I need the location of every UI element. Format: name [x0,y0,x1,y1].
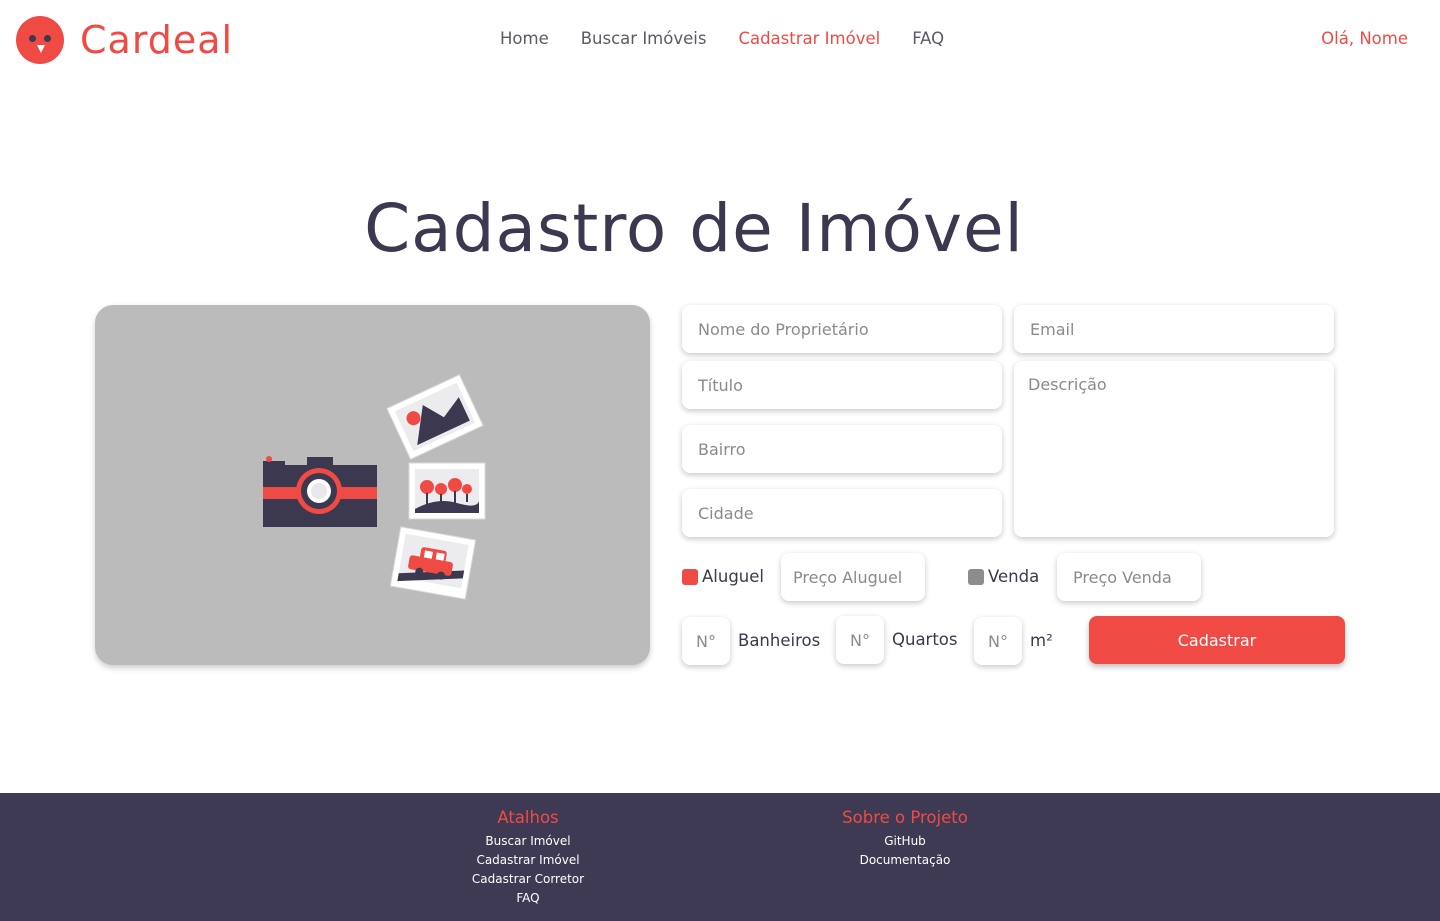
rent-checkbox[interactable] [682,569,698,585]
footer-link-cadastrar-imovel[interactable]: Cadastrar Imóvel [428,851,628,870]
footer-link-cadastrar-corretor[interactable]: Cadastrar Corretor [428,870,628,889]
photo-camera-illustration-icon [263,374,486,600]
cardinal-logo-icon [16,16,64,64]
sale-label: Venda [988,567,1040,586]
image-upload-area[interactable] [95,305,650,665]
footer-shortcuts-title: Atalhos [497,808,559,827]
nav-home[interactable]: Home [500,28,549,50]
area-unit-label: m² [1030,631,1053,650]
neighborhood-input[interactable] [682,425,1002,473]
title-input[interactable] [682,361,1002,409]
city-input[interactable] [682,489,1002,537]
footer-link-github[interactable]: GitHub [805,832,1005,851]
nav-faq[interactable]: FAQ [912,28,944,50]
bathrooms-label: Banheiros [738,631,821,650]
header: Cardeal Home Buscar Imóveis Cadastrar Im… [0,0,1440,80]
footer-link-faq[interactable]: FAQ [428,889,628,908]
nav-cadastrar-imovel[interactable]: Cadastrar Imóvel [738,28,880,50]
owner-name-input[interactable] [682,305,1002,353]
footer: Atalhos Buscar Imóvel Cadastrar Imóvel C… [0,793,1440,921]
user-greeting[interactable]: Olá, Nome [1321,28,1408,50]
footer-shortcuts: Atalhos Buscar Imóvel Cadastrar Imóvel C… [428,809,628,908]
logo[interactable]: Cardeal [16,16,233,64]
email-input[interactable] [1014,305,1334,353]
submit-button[interactable]: Cadastrar [1089,616,1345,664]
description-textarea[interactable] [1014,361,1334,537]
bedrooms-number-input[interactable] [836,616,884,664]
nav-buscar-imoveis[interactable]: Buscar Imóveis [581,28,707,50]
footer-project-title: Sobre o Projeto [842,808,968,827]
page-title: Cadastro de Imóvel [364,190,1024,267]
area-number-input[interactable] [974,617,1022,665]
rent-price-input[interactable] [781,553,925,601]
bathrooms-number-input[interactable] [682,617,730,665]
footer-link-documentacao[interactable]: Documentação [805,851,1005,870]
footer-link-buscar-imovel[interactable]: Buscar Imóvel [428,832,628,851]
sale-checkbox[interactable] [968,569,984,585]
bedrooms-label: Quartos [892,630,958,649]
footer-project: Sobre o Projeto GitHub Documentação [805,809,1005,870]
sale-price-input[interactable] [1057,553,1201,601]
rent-label: Aluguel [702,567,764,586]
logo-text: Cardeal [80,18,234,62]
main-nav: Home Buscar Imóveis Cadastrar Imóvel FAQ [500,28,976,50]
